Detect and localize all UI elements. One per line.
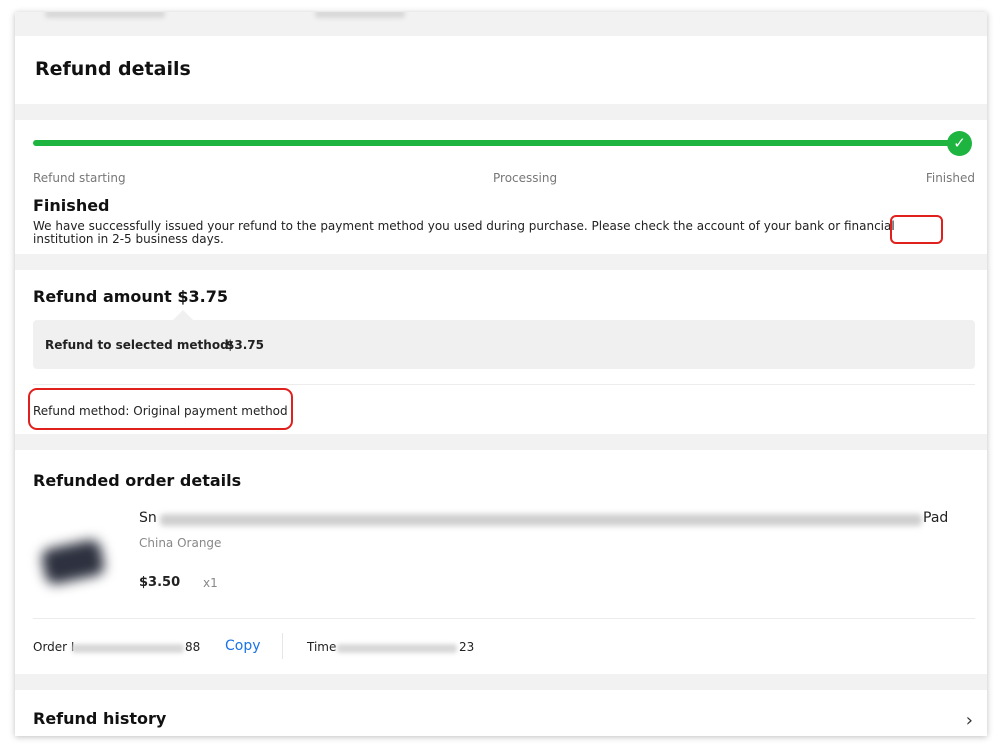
divider [33, 384, 975, 385]
highlight-annotation [28, 388, 293, 430]
status-title: Finished [33, 196, 110, 215]
product-price: $3.50 [139, 575, 181, 590]
refund-history-title: Refund history [33, 709, 167, 728]
highlight-annotation [890, 215, 943, 244]
order-time-end: 23 [459, 640, 475, 654]
redacted-order-time [337, 644, 457, 653]
divider [33, 618, 975, 619]
refund-method-box: Refund to selected method: $3.75 [33, 320, 975, 369]
order-details-card: Refunded order details Sn Pad China Oran… [15, 450, 987, 674]
redacted-text [45, 12, 165, 18]
refund-history-row[interactable]: Refund history › [15, 690, 987, 736]
order-details-title: Refunded order details [33, 471, 242, 490]
copy-order-id-button[interactable]: Copy [225, 638, 261, 654]
page-title: Refund details [35, 58, 191, 80]
redacted-product-name [160, 514, 922, 526]
step-refund-starting: Refund starting [33, 171, 126, 185]
order-time-label: Time [307, 640, 337, 654]
refund-page: Refund details ✓ Refund starting Process… [15, 12, 987, 736]
redacted-text [315, 12, 405, 18]
order-id-label: Order I [33, 640, 75, 654]
product-variant: China Orange [139, 536, 222, 550]
refund-amount-card: Refund amount $3.75 Refund to selected m… [15, 270, 987, 434]
progress-bar [33, 140, 961, 146]
title-card: Refund details [15, 36, 987, 104]
step-finished: Finished [925, 171, 975, 185]
chevron-right-icon[interactable]: › [966, 710, 973, 731]
product-thumbnail [39, 538, 107, 586]
progress-card: ✓ Refund starting Processing Finished Fi… [15, 120, 987, 254]
top-strip [15, 12, 987, 36]
product-image[interactable] [37, 530, 115, 592]
refund-amount-title: Refund amount $3.75 [33, 287, 229, 306]
product-quantity: x1 [203, 576, 218, 590]
step-processing: Processing [493, 171, 558, 185]
callout-notch [173, 310, 193, 320]
check-icon: ✓ [947, 131, 972, 156]
product-name-end[interactable]: Pad [923, 510, 948, 526]
redacted-order-id [72, 644, 184, 653]
product-name-start[interactable]: Sn [139, 510, 157, 526]
separator [282, 633, 283, 659]
refund-selected-label: Refund to selected method: [45, 338, 234, 352]
order-id-end: 88 [185, 640, 201, 654]
status-description: We have successfully issued your refund … [33, 219, 895, 246]
refund-selected-value: $3.75 [226, 338, 264, 352]
